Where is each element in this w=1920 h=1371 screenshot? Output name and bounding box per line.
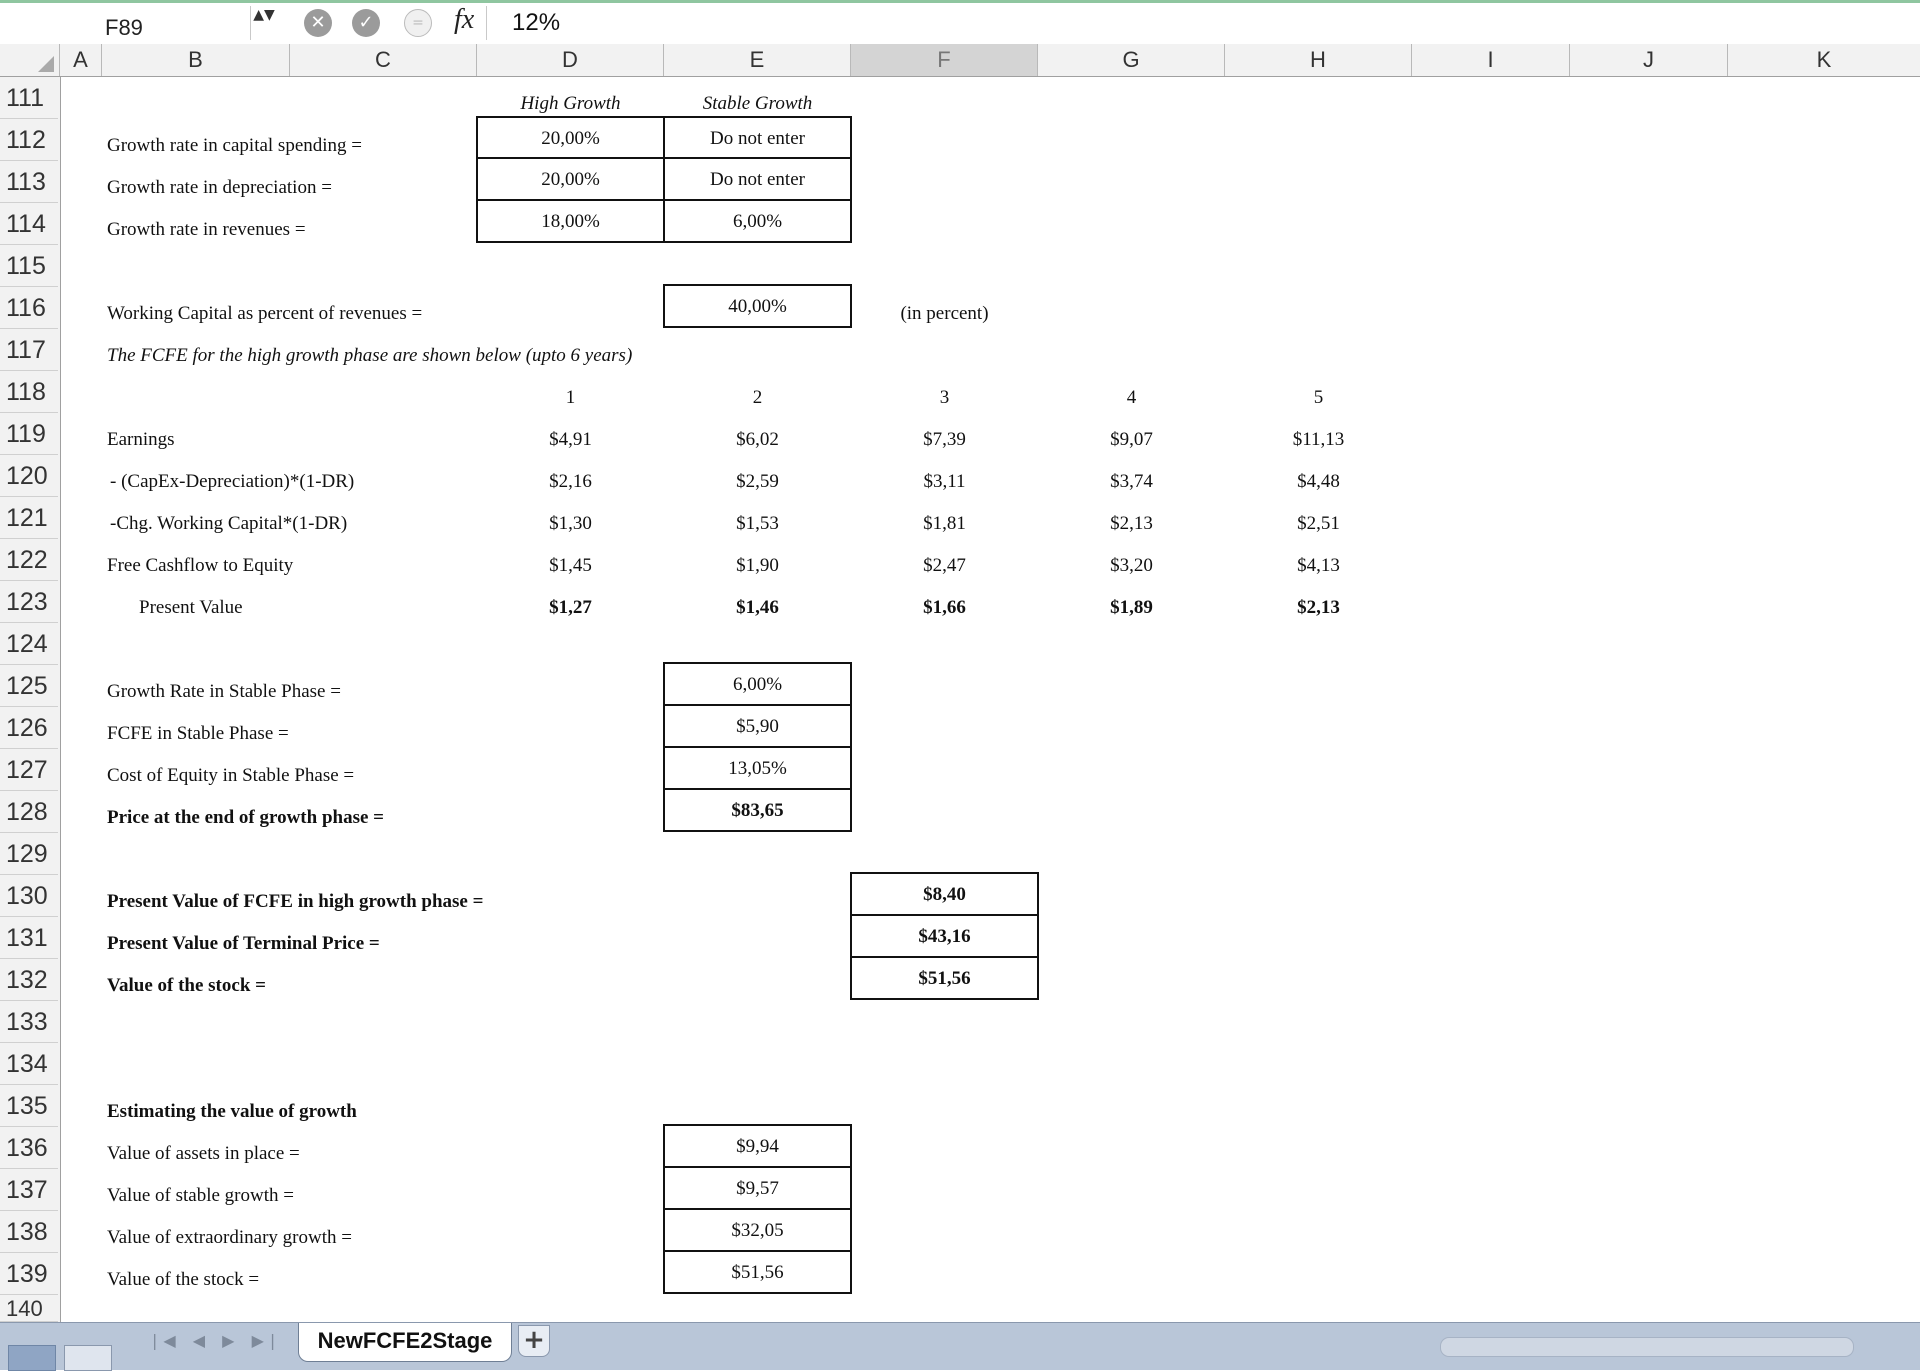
present-value-cell[interactable]: $1,89: [1038, 597, 1225, 619]
year-header[interactable]: 5: [1225, 387, 1412, 409]
year-header[interactable]: 3: [851, 387, 1038, 409]
stock-value-label-2[interactable]: Value of the stock =: [107, 1269, 259, 1291]
working-capital-cell[interactable]: 40,00%: [663, 284, 852, 328]
sheet-navigation-arrows-icon[interactable]: |◀ ◀ ▶ ▶|: [152, 1331, 281, 1350]
stable-fcfe-label[interactable]: FCFE in Stable Phase =: [107, 723, 289, 745]
high-growth-header[interactable]: High Growth: [477, 93, 664, 115]
capex-depreciation-cell[interactable]: $3,11: [851, 471, 1038, 493]
stock-value-cell[interactable]: $51,56: [850, 956, 1039, 1000]
year-header[interactable]: 4: [1038, 387, 1225, 409]
extraordinary-growth-label[interactable]: Value of extraordinary growth =: [107, 1227, 352, 1249]
stable-growth-value-cell[interactable]: $9,57: [663, 1166, 852, 1210]
capex-growth-high-cell[interactable]: 20,00%: [476, 116, 665, 159]
horizontal-scrollbar[interactable]: [1440, 1337, 1854, 1357]
terminal-price-cell[interactable]: $83,65: [663, 788, 852, 832]
fcfe-cell[interactable]: $3,20: [1038, 555, 1225, 577]
fcfe-high-growth-note[interactable]: The FCFE for the high growth phase are s…: [107, 345, 632, 367]
sheet-grid[interactable]: High Growth Stable Growth Growth rate in…: [0, 0, 1920, 1322]
add-sheet-button[interactable]: +: [518, 1325, 550, 1357]
fcfe-cell[interactable]: $4,13: [1225, 555, 1412, 577]
sheet-tab-bar: |◀ ◀ ▶ ▶| NewFCFE2Stage +: [0, 1322, 1920, 1371]
depreciation-growth-stable-cell[interactable]: Do not enter: [663, 157, 852, 201]
year-header[interactable]: 2: [664, 387, 851, 409]
capex-depreciation-label[interactable]: - (CapEx-Depreciation)*(1-DR): [110, 471, 354, 493]
stock-value-cell-2[interactable]: $51,56: [663, 1250, 852, 1294]
capex-depreciation-cell[interactable]: $3,74: [1038, 471, 1225, 493]
stable-growth-rate-cell[interactable]: 6,00%: [663, 662, 852, 706]
assets-in-place-cell[interactable]: $9,94: [663, 1124, 852, 1168]
fcfe-cell[interactable]: $1,90: [664, 555, 851, 577]
year-header[interactable]: 1: [477, 387, 664, 409]
working-capital-change-label[interactable]: -Chg. Working Capital*(1-DR): [110, 513, 347, 535]
capex-depreciation-cell[interactable]: $4,48: [1225, 471, 1412, 493]
present-value-label[interactable]: Present Value: [139, 597, 243, 619]
revenue-growth-label[interactable]: Growth rate in revenues =: [107, 219, 306, 241]
present-value-cell[interactable]: $1,66: [851, 597, 1038, 619]
extraordinary-growth-cell[interactable]: $32,05: [663, 1208, 852, 1252]
sheet-tab-newfcfe2stage[interactable]: NewFCFE2Stage: [298, 1323, 512, 1362]
capex-growth-stable-cell[interactable]: Do not enter: [663, 116, 852, 159]
pv-terminal-price-cell[interactable]: $43,16: [850, 914, 1039, 958]
revenue-growth-high-cell[interactable]: 18,00%: [476, 199, 665, 243]
stable-growth-header[interactable]: Stable Growth: [664, 93, 851, 115]
in-percent-note[interactable]: (in percent): [851, 303, 1038, 325]
pv-fcfe-high-growth-label[interactable]: Present Value of FCFE in high growth pha…: [107, 891, 483, 913]
stock-value-label[interactable]: Value of the stock =: [107, 975, 266, 997]
fcfe-label[interactable]: Free Cashflow to Equity: [107, 555, 293, 577]
working-capital-change-cell[interactable]: $1,81: [851, 513, 1038, 535]
stable-cost-of-equity-cell[interactable]: 13,05%: [663, 746, 852, 790]
working-capital-change-cell[interactable]: $2,51: [1225, 513, 1412, 535]
depreciation-growth-high-cell[interactable]: 20,00%: [476, 157, 665, 201]
stable-growth-rate-label[interactable]: Growth Rate in Stable Phase =: [107, 681, 341, 703]
earnings-cell[interactable]: $6,02: [664, 429, 851, 451]
fcfe-cell[interactable]: $2,47: [851, 555, 1038, 577]
stable-fcfe-cell[interactable]: $5,90: [663, 704, 852, 748]
working-capital-change-cell[interactable]: $1,53: [664, 513, 851, 535]
earnings-cell[interactable]: $9,07: [1038, 429, 1225, 451]
earnings-cell[interactable]: $7,39: [851, 429, 1038, 451]
stable-cost-of-equity-label[interactable]: Cost of Equity in Stable Phase =: [107, 765, 354, 787]
page-layout-view-icon[interactable]: [64, 1345, 112, 1371]
working-capital-change-cell[interactable]: $2,13: [1038, 513, 1225, 535]
stable-growth-value-label[interactable]: Value of stable growth =: [107, 1185, 294, 1207]
assets-in-place-label[interactable]: Value of assets in place =: [107, 1143, 300, 1165]
terminal-price-label[interactable]: Price at the end of growth phase =: [107, 807, 384, 829]
value-of-growth-heading[interactable]: Estimating the value of growth: [107, 1101, 357, 1123]
pv-terminal-price-label[interactable]: Present Value of Terminal Price =: [107, 933, 380, 955]
revenue-growth-stable-cell[interactable]: 6,00%: [663, 199, 852, 243]
depreciation-growth-label[interactable]: Growth rate in depreciation =: [107, 177, 332, 199]
pv-fcfe-high-growth-cell[interactable]: $8,40: [850, 872, 1039, 916]
capex-growth-label[interactable]: Growth rate in capital spending =: [107, 135, 362, 157]
earnings-cell[interactable]: $4,91: [477, 429, 664, 451]
earnings-label[interactable]: Earnings: [107, 429, 175, 451]
capex-depreciation-cell[interactable]: $2,59: [664, 471, 851, 493]
present-value-cell[interactable]: $1,27: [477, 597, 664, 619]
present-value-cell[interactable]: $1,46: [664, 597, 851, 619]
capex-depreciation-cell[interactable]: $2,16: [477, 471, 664, 493]
working-capital-change-cell[interactable]: $1,30: [477, 513, 664, 535]
earnings-cell[interactable]: $11,13: [1225, 429, 1412, 451]
fcfe-cell[interactable]: $1,45: [477, 555, 664, 577]
normal-view-icon[interactable]: [8, 1345, 56, 1371]
working-capital-label[interactable]: Working Capital as percent of revenues =: [107, 303, 422, 325]
present-value-cell[interactable]: $2,13: [1225, 597, 1412, 619]
